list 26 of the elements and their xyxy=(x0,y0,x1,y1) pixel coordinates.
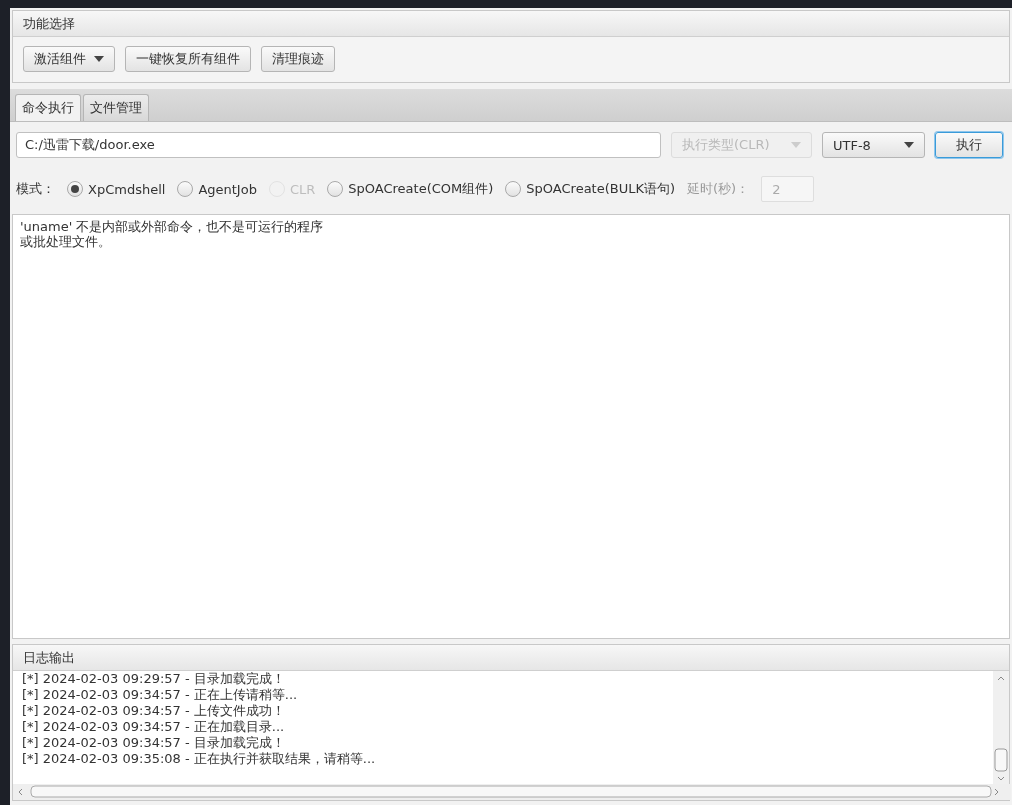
panel-title: 日志输出 xyxy=(13,645,1009,671)
log-line: [*] 2024-02-03 09:34:57 - 正在加载目录... xyxy=(22,719,286,735)
radio-option[interactable]: XpCmdshell xyxy=(67,181,166,197)
mode-label: 模式： xyxy=(16,180,55,198)
caret-icon xyxy=(904,142,914,148)
log-line: [*] 2024-02-03 09:34:57 - 目录加载完成！ xyxy=(22,735,286,751)
command-field[interactable]: C:/迅雷下载/door.exe xyxy=(16,132,661,158)
log-line: [*] 2024-02-03 09:34:57 - 上传文件成功！ xyxy=(22,703,286,719)
menu-button[interactable]: 激活组件 xyxy=(23,46,115,72)
radio-option[interactable]: SpOACreate(BULK语句) xyxy=(505,180,676,198)
action-button[interactable]: 一键恢复所有组件 xyxy=(125,46,251,72)
run-button[interactable]: 执行 xyxy=(935,132,1003,158)
vertical-scrollbar[interactable] xyxy=(993,671,1009,787)
output-area: 'uname' 不是内部或外部命令，也不是可运行的程序 或批处理文件。 xyxy=(12,214,1010,639)
radio-option[interactable]: SpOACreate(COM组件) xyxy=(327,180,494,198)
tab[interactable]: 文件管理 xyxy=(83,94,149,121)
radio-option[interactable]: AgentJob xyxy=(177,181,257,197)
encoding-dropdown[interactable]: UTF-8 xyxy=(822,132,925,158)
log-line: [*] 2024-02-03 09:35:08 - 正在执行并获取结果，请稍等... xyxy=(22,751,377,767)
caret-icon xyxy=(791,142,801,148)
log-line: [*] 2024-02-03 09:29:57 - 目录加载完成！ xyxy=(22,671,286,687)
tab[interactable]: 命令执行 xyxy=(15,94,81,121)
caret-icon xyxy=(94,56,104,62)
delay-label: 延时(秒)： xyxy=(687,180,750,198)
log-line: [*] 2024-02-03 09:34:57 - 正在上传请稍等... xyxy=(22,687,299,703)
action-button[interactable]: 清理痕迹 xyxy=(261,46,335,72)
